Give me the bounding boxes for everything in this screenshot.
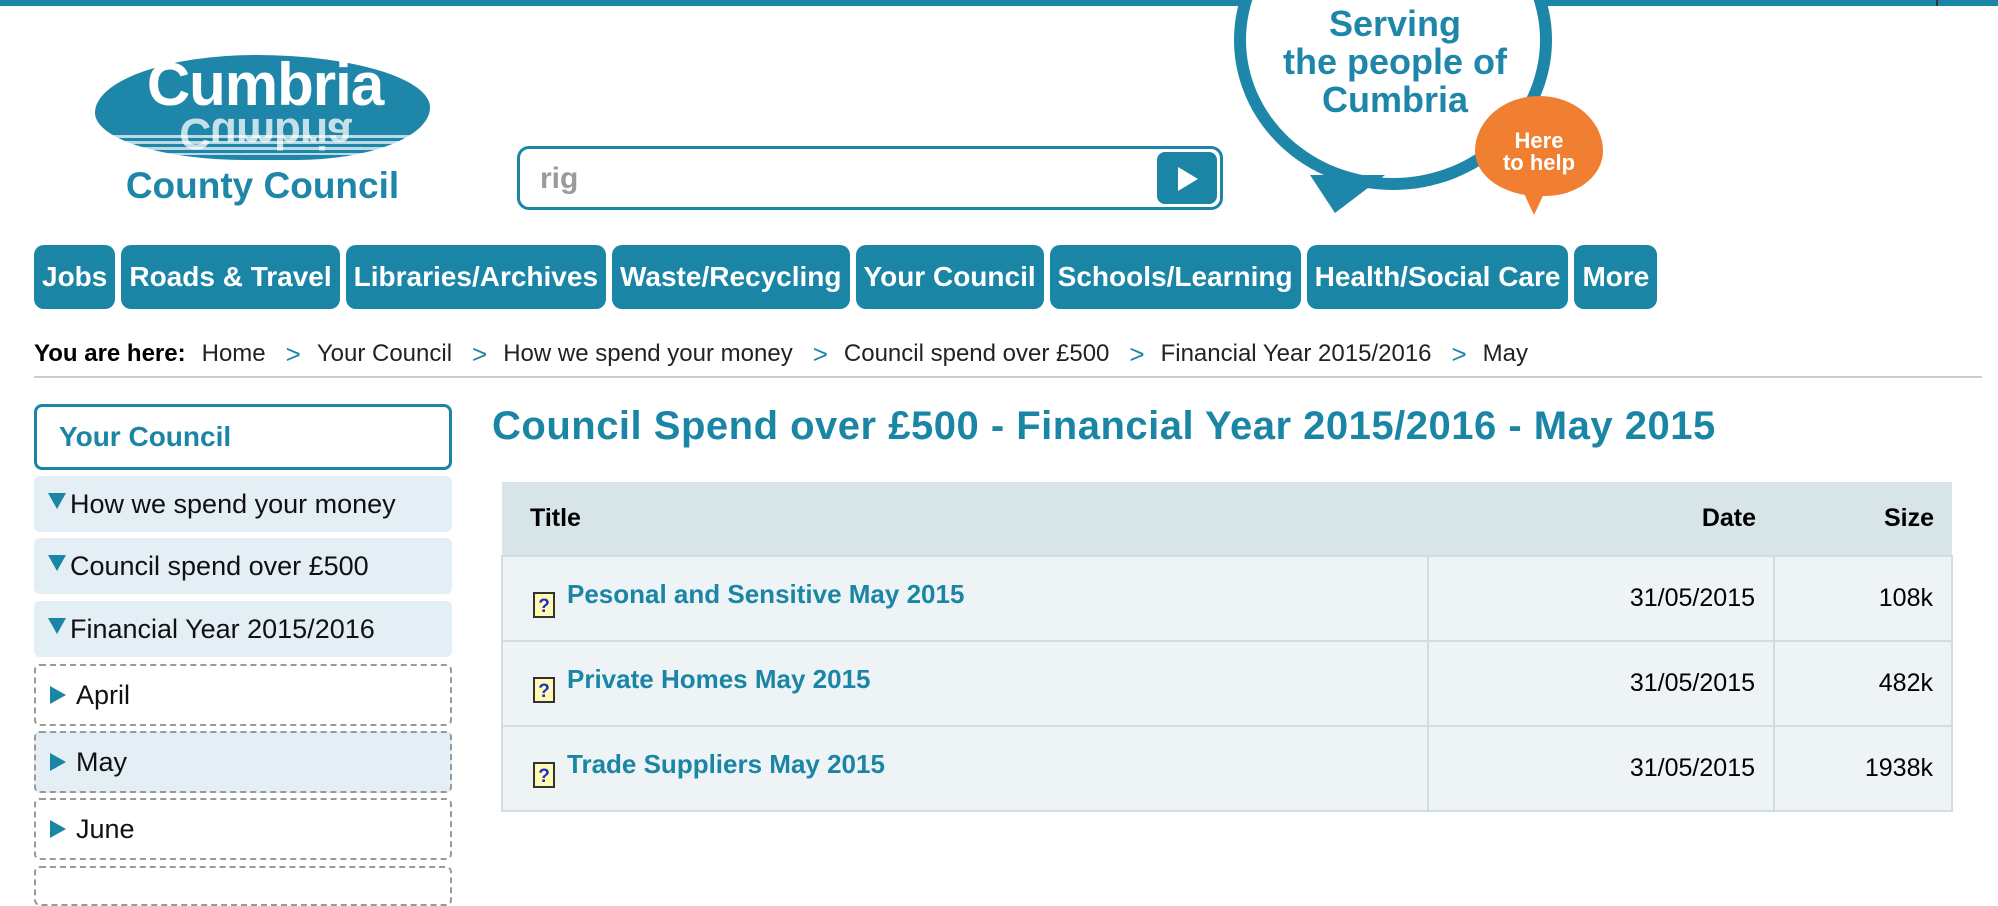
table-row: ? Private Homes May 2015 31/05/2015 482k (501, 640, 1953, 727)
sidebar-item-label: May (76, 747, 128, 777)
triangle-down-icon (48, 493, 66, 509)
nav-health-social-care[interactable]: Health/Social Care (1306, 245, 1569, 309)
sidebar-item-label: Council spend over £500 (70, 551, 369, 581)
document-link[interactable]: Trade Suppliers May 2015 (567, 749, 885, 779)
serving-bubble: Serving the people of Cumbria Here to he… (1230, 0, 1610, 225)
bubble-line-1: Serving (1328, 3, 1462, 44)
nav-waste-recycling[interactable]: Waste/Recycling (612, 245, 850, 309)
breadcrumb: You are here: Home > Your Council > How … (34, 336, 1528, 372)
breadcrumb-financial-year[interactable]: Financial Year 2015/2016 (1161, 340, 1432, 368)
breadcrumb-how-we-spend[interactable]: How we spend your money (503, 340, 792, 368)
documents-table: Title Date Size ? Pesonal and Sensitive M… (501, 482, 1953, 812)
help-bubble-tail (1520, 185, 1548, 215)
breadcrumb-separator: > (1129, 338, 1145, 369)
row-date-cell: 31/05/2015 (1427, 725, 1775, 812)
breadcrumb-home[interactable]: Home (202, 340, 266, 368)
column-header-date: Date (1428, 482, 1774, 556)
sidebar-item-financial-year[interactable]: Financial Year 2015/2016 (34, 601, 452, 657)
column-header-size: Size (1774, 482, 1952, 556)
triangle-right-icon (50, 753, 66, 771)
breadcrumb-separator: > (812, 338, 828, 369)
triangle-down-icon (48, 618, 66, 634)
sidebar-item-june[interactable]: June (34, 798, 452, 860)
sidebar-item-next[interactable] (34, 866, 452, 906)
breadcrumb-separator: > (472, 338, 488, 369)
logo-subtitle: County Council (125, 165, 400, 206)
search-go-button[interactable] (1157, 152, 1217, 204)
row-title-cell: ? Pesonal and Sensitive May 2015 (501, 555, 1429, 642)
nav-jobs[interactable]: Jobs (34, 245, 116, 309)
bubble-tail (1310, 175, 1385, 213)
table-header-row: Title Date Size (502, 482, 1952, 556)
top-rule (0, 0, 1998, 6)
unknown-file-icon: ? (533, 676, 555, 703)
main-nav: Jobs Roads & Travel Libraries/Archives W… (34, 245, 1658, 309)
sidebar-item-label: Financial Year 2015/2016 (70, 614, 375, 644)
triangle-down-icon (48, 555, 66, 571)
nav-schools-learning[interactable]: Schools/Learning (1049, 245, 1301, 309)
help-line-2: to help (1502, 150, 1576, 175)
top-tick (1936, 0, 1938, 6)
row-title-cell: ? Private Homes May 2015 (501, 640, 1429, 727)
column-header-title: Title (502, 482, 1428, 556)
nav-roads-travel[interactable]: Roads & Travel (121, 245, 340, 309)
search-input[interactable] (538, 157, 1142, 201)
sidebar-item-label: How we spend your money (70, 489, 396, 519)
row-date-cell: 31/05/2015 (1427, 555, 1775, 642)
row-date-cell: 31/05/2015 (1427, 640, 1775, 727)
sidebar-item-label: April (76, 680, 131, 710)
unknown-file-icon: ? (533, 591, 555, 618)
breadcrumb-separator: > (1451, 338, 1467, 369)
sidebar-item-council-spend[interactable]: Council spend over £500 (34, 538, 452, 594)
row-size-cell: 1938k (1773, 725, 1953, 812)
help-line-1: Here (1514, 128, 1564, 153)
cumbria-logo[interactable]: Cumbria Cumbria County Council (90, 40, 435, 215)
sidebar-heading[interactable]: Your Council (34, 404, 452, 470)
sidebar-item-april[interactable]: April (34, 664, 452, 726)
row-size-cell: 108k (1773, 555, 1953, 642)
row-title-cell: ? Trade Suppliers May 2015 (501, 725, 1429, 812)
row-size-cell: 482k (1773, 640, 1953, 727)
sidebar-item-how-we-spend[interactable]: How we spend your money (34, 476, 452, 532)
sidebar-item-label: June (76, 814, 135, 844)
search-box (517, 146, 1223, 210)
document-link[interactable]: Private Homes May 2015 (567, 664, 871, 694)
breadcrumb-your-council[interactable]: Your Council (317, 340, 452, 368)
play-arrow-icon (1178, 167, 1198, 191)
bubble-line-2: the people of (1283, 41, 1507, 82)
page-title: Council Spend over £500 - Financial Year… (492, 404, 1716, 448)
nav-your-council[interactable]: Your Council (855, 245, 1044, 309)
logo-stripes (110, 135, 410, 155)
nav-libraries-archives[interactable]: Libraries/Archives (345, 245, 607, 309)
breadcrumb-divider (34, 376, 1982, 378)
table-row: ? Pesonal and Sensitive May 2015 31/05/20… (501, 555, 1953, 642)
breadcrumb-lead: You are here: (34, 340, 186, 367)
triangle-right-icon (50, 686, 66, 704)
document-link[interactable]: Pesonal and Sensitive May 2015 (567, 579, 964, 609)
triangle-right-icon (50, 820, 66, 838)
sidebar-item-may[interactable]: May (34, 731, 452, 793)
breadcrumb-current: May (1482, 340, 1529, 367)
table-row: ? Trade Suppliers May 2015 31/05/2015 193… (501, 725, 1953, 812)
breadcrumb-council-spend[interactable]: Council spend over £500 (844, 340, 1110, 368)
nav-more[interactable]: More (1574, 245, 1658, 309)
breadcrumb-separator: > (285, 338, 301, 369)
unknown-file-icon: ? (533, 761, 555, 788)
